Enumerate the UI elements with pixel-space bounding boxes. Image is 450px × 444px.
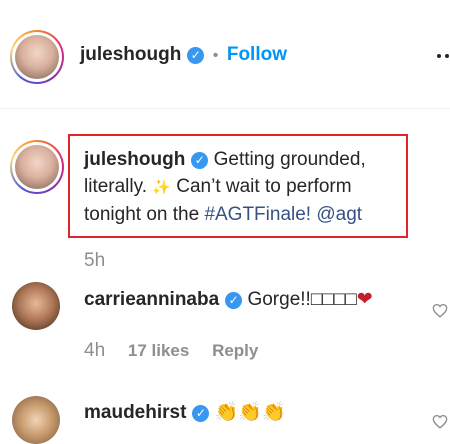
comment-carrieanninaba: carrieanninaba ✓ Gorge!!□□□□❤ [84,288,373,311]
post-header: juleshough ✓ • Follow [0,0,450,109]
mention-link[interactable]: @agt [316,204,362,225]
follow-button[interactable]: Follow [227,44,287,65]
header-username[interactable]: juleshough [80,44,181,65]
caption-text: juleshough ✓ Getting grounded, literally.… [84,146,404,228]
comment-maudehirst: maudehirst ✓ 👏👏👏 [84,400,286,424]
comment-time[interactable]: 4h [84,340,105,361]
red-heart-icon: ❤ [356,289,373,310]
caption-username[interactable]: juleshough [84,149,185,170]
verified-badge-icon: ✓ [191,152,209,169]
comment-meta: 4h 17 likes Reply [84,340,258,362]
comment-avatar-carrieanninaba[interactable] [12,282,60,330]
caption-line-4: tonight on the [84,204,200,225]
hashtag-link[interactable]: #AGTFinale! [204,204,311,225]
clap-emoji-icon: 👏👏👏 [214,402,286,423]
comment-like-heart-icon[interactable] [432,414,448,429]
comment-avatar-maudehirst[interactable] [12,396,60,444]
caption-line-3: Can’t wait to perform [176,176,352,197]
verified-badge-icon: ✓ [225,292,243,309]
verified-badge-icon: ✓ [187,47,205,64]
header-avatar[interactable] [15,35,59,79]
comment-likes[interactable]: 17 likes [128,341,189,360]
verified-badge-icon: ✓ [192,405,210,422]
comment-username[interactable]: carrieanninaba [84,289,219,310]
sparkle-icon: ✨ [152,179,171,196]
caption-avatar[interactable] [15,145,59,189]
reply-button[interactable]: Reply [212,341,258,360]
comment-text: Gorge!!□□□□ [247,289,357,310]
caption-line-2: literally. [84,176,147,197]
comment-username[interactable]: maudehirst [84,402,186,423]
ellipsis-icon[interactable] [434,46,450,66]
header-separator: • [212,47,219,64]
caption-time[interactable]: 5h [84,250,105,272]
caption-line-1: Getting grounded, [213,149,366,170]
comment-like-heart-icon[interactable] [432,303,448,318]
header-avatar-ring[interactable] [10,30,64,84]
caption-avatar-ring[interactable] [10,140,64,194]
